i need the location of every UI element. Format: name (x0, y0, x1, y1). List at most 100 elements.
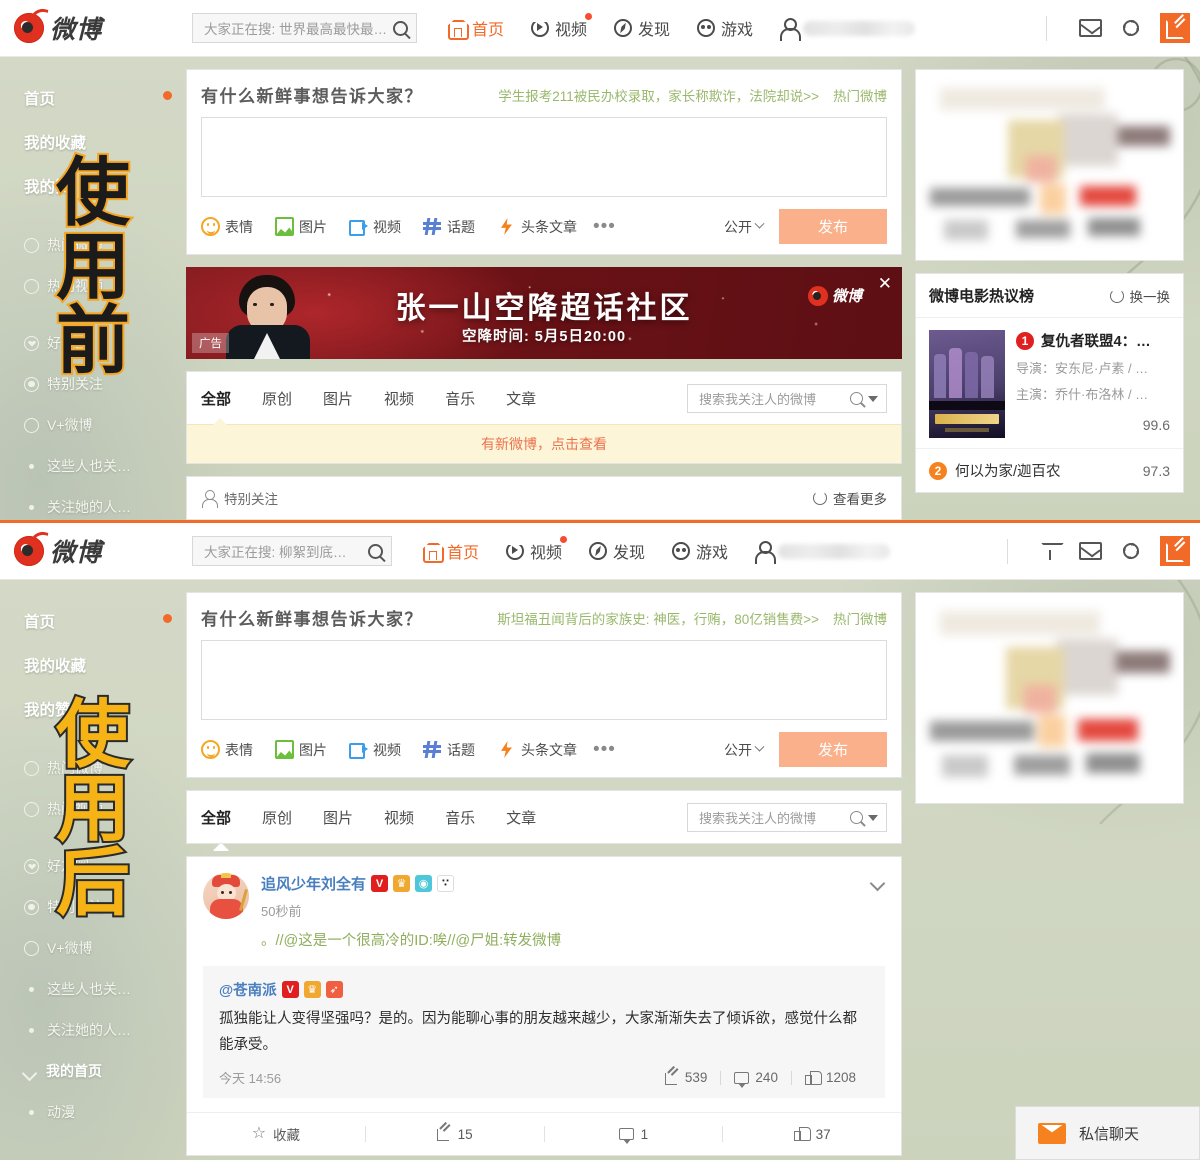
movie-rank-item-2[interactable]: 2 何以为家/迦百农 97.3 (916, 448, 1183, 492)
sidebar-heading-home[interactable]: 首页 (24, 610, 186, 632)
tab-original[interactable]: 原创 (262, 807, 292, 828)
nav-item-video[interactable]: 视频 (530, 13, 593, 40)
tab-image[interactable]: 图片 (323, 388, 353, 409)
publish-button[interactable]: 发布 (779, 209, 887, 244)
action-like[interactable]: 37 (723, 1116, 901, 1153)
sidebar-item-her-followers[interactable]: 关注她的人… (24, 497, 186, 517)
tab-video[interactable]: 视频 (384, 807, 414, 828)
composer-tool-article[interactable]: 头条文章 (497, 217, 577, 237)
trend-headline[interactable]: 斯坦福丑闻背后的家族史: 神医，行贿，80亿销售费>> (497, 608, 819, 628)
trend-headline[interactable]: 学生报考211被民办校录取，家长称欺诈，法院却说>> (498, 85, 819, 105)
composer-tool-video[interactable]: 视频 (349, 740, 401, 760)
ad-banner[interactable]: 张一山空降超话社区 空降时间: 5月5日20:00 广告 微博 ✕ (186, 267, 902, 359)
sidebar-item-anime[interactable]: 动漫 (24, 1102, 186, 1122)
tab-all[interactable]: 全部 (201, 807, 231, 828)
chevron-down-icon[interactable] (868, 814, 878, 821)
nav-item-home[interactable]: 首页 (447, 16, 504, 40)
post-author-name[interactable]: 追风少年刘全有 (261, 873, 366, 894)
privacy-selector[interactable]: 公开 (724, 217, 765, 237)
tab-article[interactable]: 文章 (506, 388, 536, 409)
special-follow-more[interactable]: 查看更多 (813, 488, 887, 508)
tab-music[interactable]: 音乐 (445, 388, 475, 409)
tab-article[interactable]: 文章 (506, 807, 536, 828)
quoted-comment-count[interactable]: 240 (721, 1070, 791, 1088)
compose-icon[interactable] (1160, 13, 1190, 43)
nav-item-home[interactable]: 首页 (422, 539, 479, 563)
movie-name-2[interactable]: 何以为家/迦百农 (955, 460, 1061, 481)
search-icon[interactable] (850, 392, 863, 405)
weibo-logo[interactable]: 微博 (14, 10, 192, 46)
feed-search-box[interactable]: 搜索我关注人的微博 (687, 803, 887, 832)
gear-icon[interactable] (1120, 540, 1142, 562)
sidebar-item-hot-weibo[interactable]: 热门微博 (24, 758, 186, 778)
sidebar-item-vplus[interactable]: V+微博 (24, 415, 186, 435)
sidebar-item-also-follow[interactable]: 这些人也关… (24, 456, 186, 476)
sidebar-heading-favorites[interactable]: 我的收藏 (24, 654, 186, 676)
composer-tool-image[interactable]: 图片 (275, 217, 327, 237)
sidebar-heading-likes[interactable]: 我的赞 (24, 698, 186, 720)
sidebar-heading-likes[interactable]: 我的赞 (24, 175, 186, 197)
sidebar-item-hot-video[interactable]: 热门视频 (24, 799, 186, 819)
nav-item-video[interactable]: 视频 (505, 536, 568, 563)
composer-tool-video[interactable]: 视频 (349, 217, 401, 237)
sidebar-item-hot-video[interactable]: 热门视频 (24, 276, 186, 296)
composer-tool-emoji[interactable]: 表情 (201, 740, 253, 760)
quoted-author[interactable]: @苍南派 (219, 979, 277, 1000)
chat-widget[interactable]: 私信聊天 (1015, 1106, 1200, 1160)
nav-item-account[interactable] (754, 541, 891, 564)
composer-textarea[interactable] (201, 640, 887, 720)
search-icon[interactable] (368, 543, 383, 559)
search-icon[interactable] (850, 811, 863, 824)
composer-more-button[interactable]: ••• (593, 216, 616, 238)
sidebar-item-my-home[interactable]: 我的首页 (24, 1061, 186, 1081)
composer-tool-emoji[interactable]: 表情 (201, 217, 253, 237)
sidebar-item-friends[interactable]: 好友圈 (24, 333, 186, 353)
movie-rank-item-1[interactable]: 1 复仇者联盟4：… 导演：安东尼·卢素 / … 主演：乔什·布洛林 / … 9… (916, 318, 1183, 448)
tab-all[interactable]: 全部 (201, 388, 231, 409)
action-share[interactable]: 15 (366, 1116, 544, 1153)
sidebar-item-special[interactable]: 特别关注 (24, 374, 186, 394)
movie-rank-refresh[interactable]: 换一换 (1109, 286, 1170, 306)
mail-icon[interactable] (1079, 19, 1102, 37)
sidebar-item-her-followers[interactable]: 关注她的人… (24, 1020, 186, 1040)
sidebar-heading-home[interactable]: 首页 (24, 87, 186, 109)
sidebar-item-also-follow[interactable]: 这些人也关… (24, 979, 186, 999)
trend-tag[interactable]: 热门微博 (833, 85, 887, 105)
quoted-like-count[interactable]: 1208 (792, 1070, 869, 1085)
global-search-box[interactable]: 大家正在搜: 柳絮到底… (192, 536, 392, 566)
action-comment[interactable]: 1 (545, 1116, 723, 1153)
tab-video[interactable]: 视频 (384, 388, 414, 409)
composer-tool-topic[interactable]: 话题 (423, 740, 475, 760)
sidebar-item-hot-weibo[interactable]: 热门微博 (24, 235, 186, 255)
tab-image[interactable]: 图片 (323, 807, 353, 828)
compose-icon[interactable] (1160, 536, 1190, 566)
composer-tool-image[interactable]: 图片 (275, 740, 327, 760)
composer-tool-article[interactable]: 头条文章 (497, 740, 577, 760)
search-icon[interactable] (393, 20, 408, 36)
chevron-down-icon[interactable] (870, 877, 885, 892)
tab-original[interactable]: 原创 (262, 388, 292, 409)
publish-button[interactable]: 发布 (779, 732, 887, 767)
movie-name-1[interactable]: 复仇者联盟4：… (1041, 330, 1151, 351)
sidebar-item-friends[interactable]: 好友圈 (24, 856, 186, 876)
quoted-share-count[interactable]: 539 (652, 1070, 721, 1085)
tab-music[interactable]: 音乐 (445, 807, 475, 828)
new-posts-notice[interactable]: 有新微博，点击查看 (187, 424, 901, 463)
avatar[interactable] (203, 873, 249, 919)
nav-item-discover[interactable]: 发现 (613, 16, 670, 40)
nav-item-account[interactable] (779, 18, 916, 41)
gear-icon[interactable] (1120, 17, 1142, 39)
ad-close-icon[interactable]: ✕ (878, 275, 892, 292)
special-follow-label-wrap[interactable]: 特别关注 (201, 488, 278, 508)
chevron-down-icon[interactable] (868, 395, 878, 402)
feed-search-box[interactable]: 搜索我关注人的微博 (687, 384, 887, 413)
nav-item-discover[interactable]: 发现 (588, 539, 645, 563)
composer-more-button[interactable]: ••• (593, 739, 616, 761)
nav-item-game[interactable]: 游戏 (696, 16, 753, 40)
composer-tool-topic[interactable]: 话题 (423, 217, 475, 237)
mail-icon[interactable] (1079, 542, 1102, 560)
action-favorite[interactable]: ☆ 收藏 (187, 1113, 365, 1155)
weibo-logo[interactable]: 微博 (14, 533, 192, 569)
sidebar-item-vplus[interactable]: V+微博 (24, 938, 186, 958)
trend-tag[interactable]: 热门微博 (833, 608, 887, 628)
